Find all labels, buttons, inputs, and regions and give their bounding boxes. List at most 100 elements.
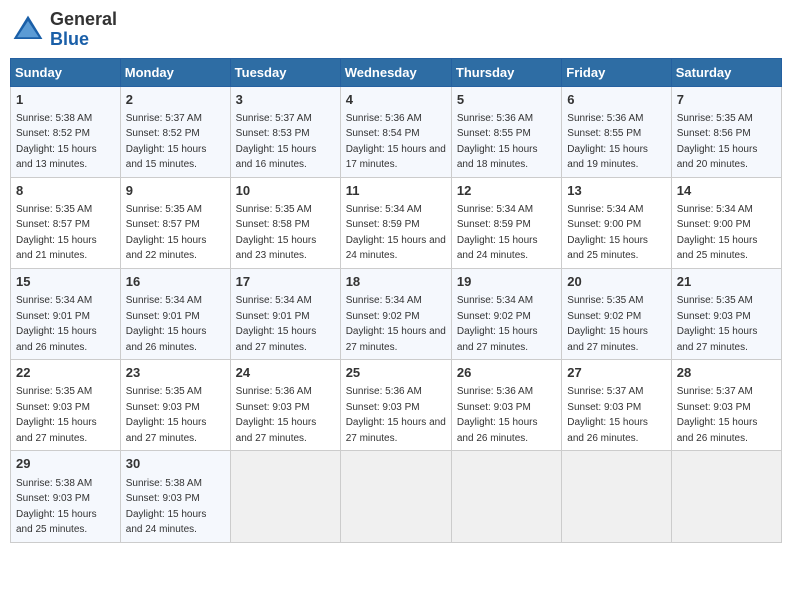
day-info: Sunrise: 5:34 AMSunset: 8:59 PMDaylight:…: [457, 204, 538, 262]
day-info: Sunrise: 5:35 AMSunset: 9:02 PMDaylight:…: [567, 295, 648, 353]
day-cell: [562, 451, 671, 542]
day-cell: 16Sunrise: 5:34 AMSunset: 9:01 PMDayligh…: [120, 268, 230, 359]
header-cell-friday: Friday: [562, 58, 671, 86]
day-number: 6: [567, 91, 665, 109]
day-cell: 10 Sunrise: 5:35 AMSunset: 8:58 PMDayligh…: [230, 177, 340, 268]
day-info: Sunrise: 5:36 AMSunset: 9:03 PMDaylight:…: [236, 386, 317, 444]
day-info: Sunrise: 5:34 AMSunset: 9:02 PMDaylight:…: [457, 295, 538, 353]
day-cell: [451, 451, 561, 542]
day-info: Sunrise: 5:35 AMSunset: 8:57 PMDaylight:…: [16, 204, 97, 262]
header: General Blue: [10, 10, 782, 50]
day-number: 26: [457, 364, 556, 382]
day-cell: 21 Sunrise: 5:35 AMSunset: 9:03 PMDayligh…: [671, 268, 781, 359]
day-number: 13: [567, 182, 665, 200]
header-cell-tuesday: Tuesday: [230, 58, 340, 86]
day-info: Sunrise: 5:34 AMSunset: 9:02 PMDaylight:…: [346, 295, 446, 353]
day-cell: 27Sunrise: 5:37 AMSunset: 9:03 PMDayligh…: [562, 360, 671, 451]
week-row-3: 15 Sunrise: 5:34 AMSunset: 9:01 PMDayligh…: [11, 268, 782, 359]
day-cell: 7 Sunrise: 5:35 AMSunset: 8:56 PMDaylight…: [671, 86, 781, 177]
day-number: 14: [677, 182, 776, 200]
day-cell: 23 Sunrise: 5:35 AMSunset: 9:03 PMDayligh…: [120, 360, 230, 451]
day-number: 22: [16, 364, 115, 382]
day-info: Sunrise: 5:34 AMSunset: 9:00 PMDaylight:…: [677, 204, 758, 262]
logo-blue: Blue: [50, 29, 89, 49]
week-row-1: 1 Sunrise: 5:38 AMSunset: 8:52 PMDaylight…: [11, 86, 782, 177]
day-number: 4: [346, 91, 446, 109]
day-info: Sunrise: 5:38 AMSunset: 9:03 PMDaylight:…: [16, 478, 97, 536]
day-cell: 14 Sunrise: 5:34 AMSunset: 9:00 PMDayligh…: [671, 177, 781, 268]
day-info: Sunrise: 5:34 AMSunset: 8:59 PMDaylight:…: [346, 204, 446, 262]
day-number: 20: [567, 273, 665, 291]
day-number: 10: [236, 182, 335, 200]
day-cell: 8Sunrise: 5:35 AMSunset: 8:57 PMDaylight…: [11, 177, 121, 268]
logo-text: General Blue: [50, 10, 117, 50]
day-number: 24: [236, 364, 335, 382]
day-number: 30: [126, 455, 225, 473]
header-cell-wednesday: Wednesday: [340, 58, 451, 86]
day-info: Sunrise: 5:34 AMSunset: 9:00 PMDaylight:…: [567, 204, 648, 262]
day-cell: 24 Sunrise: 5:36 AMSunset: 9:03 PMDayligh…: [230, 360, 340, 451]
day-info: Sunrise: 5:35 AMSunset: 9:03 PMDaylight:…: [16, 386, 97, 444]
day-number: 3: [236, 91, 335, 109]
day-cell: 15 Sunrise: 5:34 AMSunset: 9:01 PMDayligh…: [11, 268, 121, 359]
day-info: Sunrise: 5:35 AMSunset: 8:57 PMDaylight:…: [126, 204, 207, 262]
day-cell: 19 Sunrise: 5:34 AMSunset: 9:02 PMDayligh…: [451, 268, 561, 359]
week-row-5: 29 Sunrise: 5:38 AMSunset: 9:03 PMDayligh…: [11, 451, 782, 542]
day-info: Sunrise: 5:38 AMSunset: 9:03 PMDaylight:…: [126, 478, 207, 536]
day-number: 19: [457, 273, 556, 291]
calendar-table: SundayMondayTuesdayWednesdayThursdayFrid…: [10, 58, 782, 543]
day-cell: 4Sunrise: 5:36 AMSunset: 8:54 PMDaylight…: [340, 86, 451, 177]
day-info: Sunrise: 5:34 AMSunset: 9:01 PMDaylight:…: [16, 295, 97, 353]
day-number: 1: [16, 91, 115, 109]
day-cell: [671, 451, 781, 542]
day-cell: [230, 451, 340, 542]
header-cell-monday: Monday: [120, 58, 230, 86]
day-number: 17: [236, 273, 335, 291]
header-cell-thursday: Thursday: [451, 58, 561, 86]
day-info: Sunrise: 5:37 AMSunset: 8:52 PMDaylight:…: [126, 113, 207, 171]
day-cell: 22 Sunrise: 5:35 AMSunset: 9:03 PMDayligh…: [11, 360, 121, 451]
day-info: Sunrise: 5:35 AMSunset: 9:03 PMDaylight:…: [126, 386, 207, 444]
week-row-2: 8Sunrise: 5:35 AMSunset: 8:57 PMDaylight…: [11, 177, 782, 268]
day-info: Sunrise: 5:35 AMSunset: 9:03 PMDaylight:…: [677, 295, 758, 353]
day-info: Sunrise: 5:38 AMSunset: 8:52 PMDaylight:…: [16, 113, 97, 171]
day-cell: 17 Sunrise: 5:34 AMSunset: 9:01 PMDayligh…: [230, 268, 340, 359]
day-cell: 3 Sunrise: 5:37 AMSunset: 8:53 PMDaylight…: [230, 86, 340, 177]
day-number: 15: [16, 273, 115, 291]
logo: General Blue: [10, 10, 117, 50]
header-cell-saturday: Saturday: [671, 58, 781, 86]
day-cell: 1 Sunrise: 5:38 AMSunset: 8:52 PMDaylight…: [11, 86, 121, 177]
day-cell: [340, 451, 451, 542]
day-number: 9: [126, 182, 225, 200]
day-number: 21: [677, 273, 776, 291]
day-number: 23: [126, 364, 225, 382]
day-cell: 28Sunrise: 5:37 AMSunset: 9:03 PMDayligh…: [671, 360, 781, 451]
day-info: Sunrise: 5:36 AMSunset: 8:55 PMDaylight:…: [457, 113, 538, 171]
day-number: 12: [457, 182, 556, 200]
logo-general: General: [50, 9, 117, 29]
day-number: 29: [16, 455, 115, 473]
day-cell: 26 Sunrise: 5:36 AMSunset: 9:03 PMDayligh…: [451, 360, 561, 451]
day-number: 27: [567, 364, 665, 382]
day-number: 25: [346, 364, 446, 382]
day-number: 11: [346, 182, 446, 200]
day-info: Sunrise: 5:35 AMSunset: 8:56 PMDaylight:…: [677, 113, 758, 171]
day-cell: 18 Sunrise: 5:34 AMSunset: 9:02 PMDayligh…: [340, 268, 451, 359]
day-cell: 13 Sunrise: 5:34 AMSunset: 9:00 PMDayligh…: [562, 177, 671, 268]
day-info: Sunrise: 5:36 AMSunset: 9:03 PMDaylight:…: [346, 386, 446, 444]
day-number: 5: [457, 91, 556, 109]
day-number: 2: [126, 91, 225, 109]
day-info: Sunrise: 5:34 AMSunset: 9:01 PMDaylight:…: [126, 295, 207, 353]
day-info: Sunrise: 5:34 AMSunset: 9:01 PMDaylight:…: [236, 295, 317, 353]
logo-icon: [10, 12, 46, 48]
day-number: 18: [346, 273, 446, 291]
day-info: Sunrise: 5:37 AMSunset: 8:53 PMDaylight:…: [236, 113, 317, 171]
day-cell: 30 Sunrise: 5:38 AMSunset: 9:03 PMDayligh…: [120, 451, 230, 542]
day-cell: 9 Sunrise: 5:35 AMSunset: 8:57 PMDaylight…: [120, 177, 230, 268]
day-number: 28: [677, 364, 776, 382]
day-info: Sunrise: 5:36 AMSunset: 9:03 PMDaylight:…: [457, 386, 538, 444]
day-info: Sunrise: 5:36 AMSunset: 8:55 PMDaylight:…: [567, 113, 648, 171]
day-cell: 29 Sunrise: 5:38 AMSunset: 9:03 PMDayligh…: [11, 451, 121, 542]
day-info: Sunrise: 5:35 AMSunset: 8:58 PMDaylight:…: [236, 204, 317, 262]
day-number: 7: [677, 91, 776, 109]
